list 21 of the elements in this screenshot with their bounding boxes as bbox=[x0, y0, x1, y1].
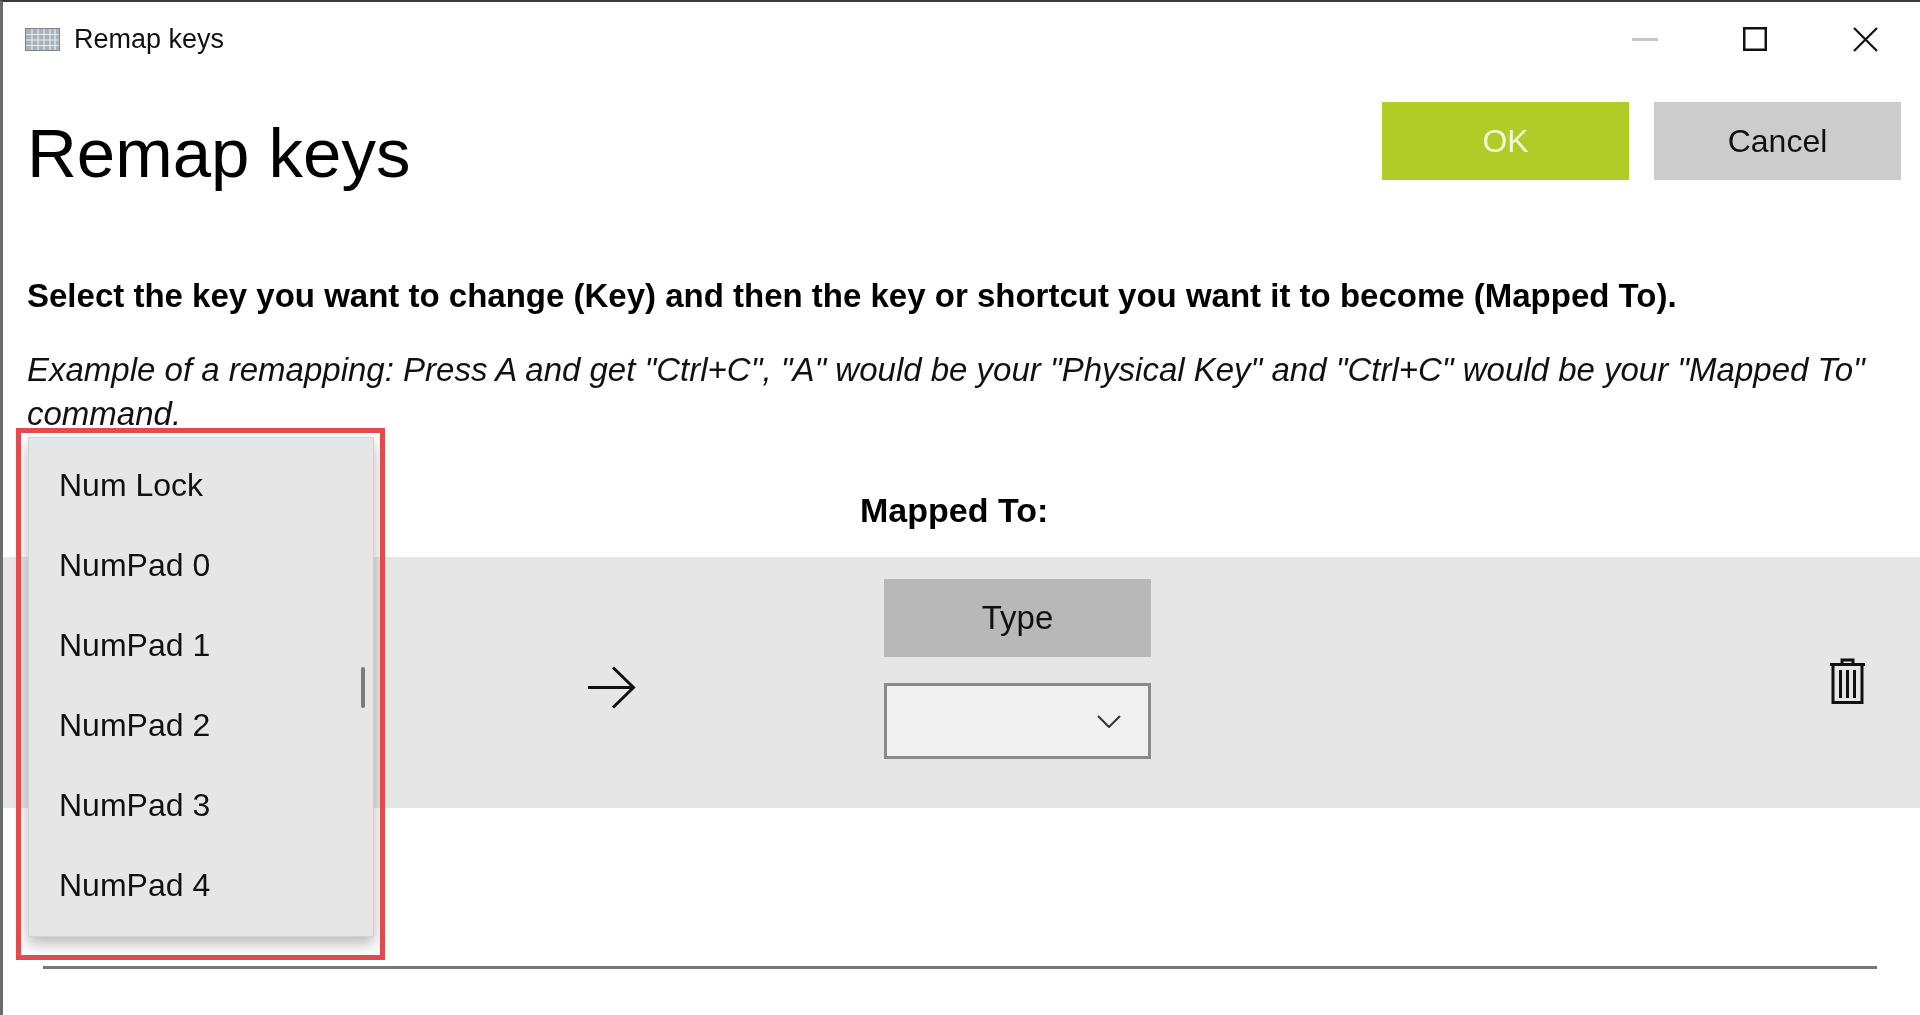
scrollbar-thumb[interactable] bbox=[361, 667, 365, 708]
dropdown-option[interactable]: NumPad 1 bbox=[29, 605, 347, 685]
dropdown-option[interactable]: NumPad 3 bbox=[29, 765, 347, 845]
window-title: Remap keys bbox=[74, 23, 225, 55]
close-icon[interactable] bbox=[1852, 26, 1878, 52]
page-heading: Remap keys bbox=[27, 115, 411, 193]
type-button[interactable]: Type bbox=[884, 579, 1151, 657]
keyboard-icon bbox=[25, 27, 60, 51]
dropdown-option[interactable]: NumPad 0 bbox=[29, 525, 347, 605]
mapped-key-dropdown[interactable] bbox=[884, 683, 1151, 759]
instruction-text: Select the key you want to change (Key) and then the key or shortcut you want it to become (Mapped To). bbox=[27, 276, 1677, 316]
trash-icon[interactable] bbox=[1828, 658, 1867, 705]
chevron-down-icon bbox=[1097, 714, 1121, 728]
maximize-icon[interactable] bbox=[1743, 27, 1767, 51]
arrow-right-icon bbox=[586, 665, 636, 710]
dropdown-option[interactable]: NumPad 2 bbox=[29, 685, 347, 765]
cancel-button[interactable]: Cancel bbox=[1654, 102, 1901, 180]
example-text: Example of a remapping: Press A and get "Ctrl+C", "A" would be your "Physical Key" and "Ctrl+C" would be your "Mapped To" command. bbox=[27, 350, 1867, 434]
column-header: Mapped To: bbox=[860, 490, 1049, 530]
dropdown-option[interactable]: NumPad 4 bbox=[29, 845, 347, 925]
dropdown-option[interactable]: Num Lock bbox=[29, 445, 347, 525]
